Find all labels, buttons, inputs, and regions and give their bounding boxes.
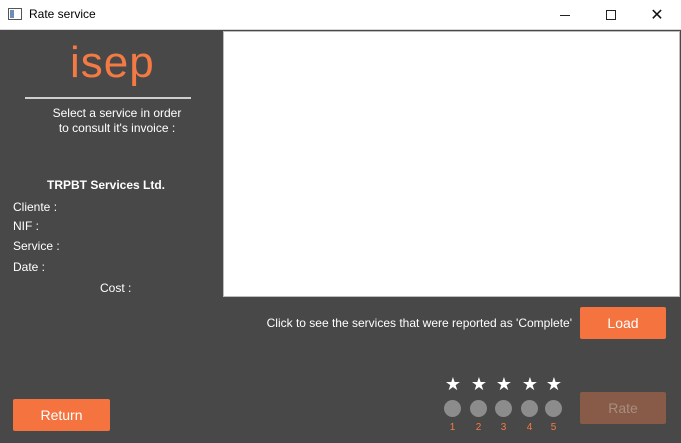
star-icon: ★ — [470, 374, 488, 395]
rating-radio-1[interactable] — [444, 400, 461, 417]
isep-logo: isep — [70, 38, 155, 87]
rating-label-1: 1 — [449, 422, 456, 433]
maximize-icon — [606, 10, 616, 20]
minimize-button[interactable] — [542, 0, 588, 30]
return-button[interactable]: Return — [13, 399, 110, 431]
company-name: TRPBT Services Ltd. — [46, 178, 166, 192]
title-bar: Rate service ✕ — [0, 0, 681, 30]
window-icon — [8, 8, 22, 20]
date-label: Date : — [13, 260, 46, 274]
minimize-icon — [560, 14, 570, 16]
rating-label-3: 3 — [500, 422, 507, 433]
rate-button[interactable]: Rate — [580, 392, 666, 424]
logo-divider — [25, 97, 191, 99]
rating-label-4: 4 — [526, 422, 533, 433]
close-icon: ✕ — [650, 5, 664, 24]
star-icon: ★ — [545, 374, 563, 395]
rating-label-5: 5 — [550, 422, 557, 433]
rating-radio-5[interactable] — [545, 400, 562, 417]
window-title: Rate service — [29, 7, 96, 21]
star-icon: ★ — [521, 374, 539, 395]
load-button[interactable]: Load — [580, 307, 666, 339]
maximize-button[interactable] — [588, 0, 634, 30]
cost-label: Cost : — [100, 281, 132, 295]
cliente-label: Cliente : — [13, 200, 58, 214]
rating-radio-3[interactable] — [495, 400, 512, 417]
load-hint-text: Click to see the services that were repo… — [266, 316, 572, 330]
close-button[interactable]: ✕ — [634, 0, 680, 30]
star-icon: ★ — [444, 374, 462, 395]
nif-label: NIF : — [13, 219, 39, 233]
rating-radio-2[interactable] — [470, 400, 487, 417]
instruction-text: Select a service in order to consult it'… — [52, 106, 182, 135]
services-list-panel[interactable] — [223, 31, 680, 297]
rating-radio-4[interactable] — [521, 400, 538, 417]
star-icon: ★ — [495, 374, 513, 395]
rating-selector: ★ ★ ★ ★ ★ 1 2 3 4 5 — [440, 376, 568, 436]
rating-label-2: 2 — [475, 422, 482, 433]
service-label: Service : — [13, 239, 60, 253]
